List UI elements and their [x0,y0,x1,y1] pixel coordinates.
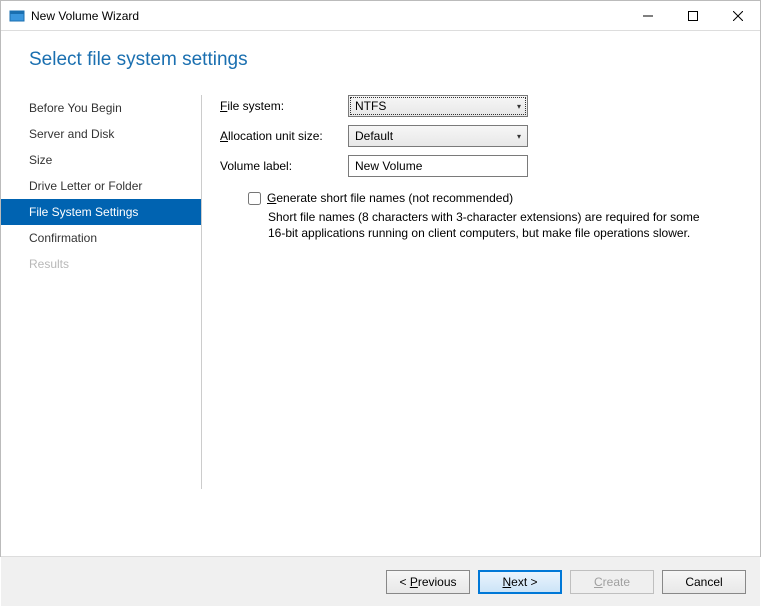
nav-item-confirmation[interactable]: Confirmation [1,225,201,251]
short-names-checkbox[interactable] [248,192,261,205]
volume-label-label: Volume label: [220,159,348,173]
file-system-label: File system: [220,99,348,113]
form-pane: File system: NTFS ▾ Allocation unit size… [202,81,760,556]
short-names-help: Short file names (8 characters with 3-ch… [268,209,720,241]
nav-item-server-and-disk[interactable]: Server and Disk [1,121,201,147]
allocation-row: Allocation unit size: Default ▾ [220,125,740,147]
nav-item-before-you-begin[interactable]: Before You Begin [1,95,201,121]
allocation-label: Allocation unit size: [220,129,348,143]
previous-button[interactable]: < Previous [386,570,470,594]
close-button[interactable] [715,1,760,30]
short-names-row: Generate short file names (not recommend… [248,191,740,205]
nav-item-drive-letter-or-folder[interactable]: Drive Letter or Folder [1,173,201,199]
allocation-value: Default [355,129,393,143]
allocation-dropdown[interactable]: Default ▾ [348,125,528,147]
button-bar: < Previous Next > Create Cancel [1,556,760,606]
volume-label-input[interactable] [355,159,521,173]
window-title: New Volume Wizard [31,9,625,23]
nav-item-size[interactable]: Size [1,147,201,173]
create-button: Create [570,570,654,594]
cancel-button[interactable]: Cancel [662,570,746,594]
chevron-down-icon: ▾ [517,102,521,111]
content-area: Before You BeginServer and DiskSizeDrive… [1,81,760,556]
page-heading: Select file system settings [29,49,760,71]
volume-label-row: Volume label: [220,155,740,177]
nav-item-file-system-settings[interactable]: File System Settings [1,199,201,225]
nav-item-results: Results [1,251,201,277]
title-bar: New Volume Wizard [1,1,760,31]
chevron-down-icon: ▾ [517,132,521,141]
maximize-button[interactable] [670,1,715,30]
window-controls [625,1,760,30]
file-system-dropdown[interactable]: NTFS ▾ [348,95,528,117]
heading-row: Select file system settings [1,31,760,81]
minimize-button[interactable] [625,1,670,30]
short-names-label: Generate short file names (not recommend… [267,191,513,205]
file-system-row: File system: NTFS ▾ [220,95,740,117]
file-system-value: NTFS [355,99,386,113]
wizard-nav: Before You BeginServer and DiskSizeDrive… [1,81,201,556]
next-button[interactable]: Next > [478,570,562,594]
app-icon [9,8,25,24]
volume-label-input-wrap[interactable] [348,155,528,177]
